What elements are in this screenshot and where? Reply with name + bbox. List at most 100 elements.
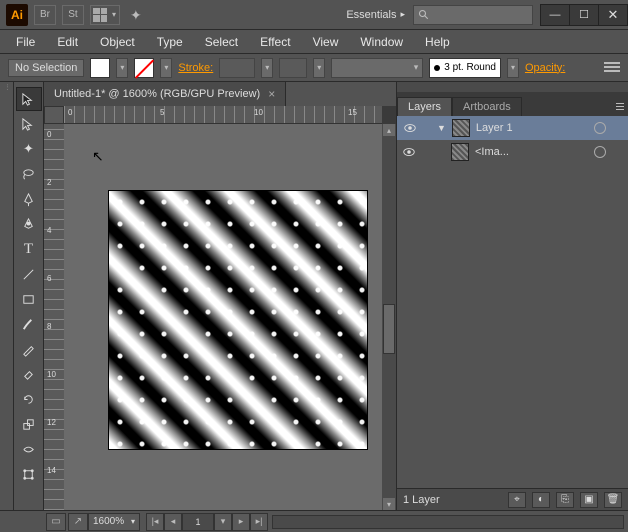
first-artboard-button[interactable]: |◂ [146,513,164,531]
artboard-navigator: |◂ ◂ 1 ▾ ▸ ▸| [146,513,268,531]
ruler-v-tick: 8 [47,322,51,331]
workspace-switcher[interactable]: Essentials [338,7,413,23]
menu-select[interactable]: Select [195,33,248,51]
stroke-label[interactable]: Stroke: [178,62,213,74]
scroll-thumb[interactable] [383,304,395,354]
horizontal-scrollbar[interactable] [272,515,624,529]
type-tool[interactable]: T [16,237,42,261]
title-bar: Ai Br St ▾ ✦ Essentials — ☐ ✕ [0,0,628,30]
prev-artboard-button[interactable]: ◂ [164,513,182,531]
pencil-tool[interactable] [16,337,42,361]
close-button[interactable]: ✕ [598,4,628,26]
stroke-weight-input[interactable] [219,58,255,78]
rotate-tool[interactable] [16,387,42,411]
layer-row[interactable]: <Ima... [397,140,628,164]
layer-row[interactable]: ▼ Layer 1 [397,116,628,140]
scroll-down-icon[interactable]: ▾ [383,498,395,510]
vertical-ruler[interactable]: 0 2 4 6 8 10 12 14 [44,124,64,510]
panel-grip[interactable] [397,82,628,92]
minimize-button[interactable]: — [540,4,570,26]
menu-window[interactable]: Window [350,33,413,51]
selection-tool[interactable] [16,87,42,111]
vertical-scrollbar[interactable]: ▴ ▾ [382,124,396,510]
search-input[interactable] [413,5,533,25]
width-tool[interactable] [16,437,42,461]
gpu-performance-icon[interactable]: ✦ [130,7,146,23]
fill-swatch[interactable] [90,58,110,78]
delete-layer-icon[interactable]: 🗑 [604,492,622,508]
panel-dock: Layers Artboards ▼ Layer 1 <Ima... [396,82,628,510]
tab-artboards[interactable]: Artboards [452,97,522,116]
menu-edit[interactable]: Edit [47,33,88,51]
next-artboard-button[interactable]: ▸ [232,513,250,531]
artboard-image[interactable] [108,190,368,450]
ruler-origin[interactable] [44,106,64,124]
layer-name[interactable]: Layer 1 [476,122,513,134]
ruler-v-tick: 2 [47,178,51,187]
pen-tool[interactable] [16,187,42,211]
ruler-v-tick: 12 [47,418,56,427]
free-transform-tool[interactable] [16,462,42,486]
stroke-weight-dropdown[interactable]: ▾ [261,58,273,78]
dock-collapse-strip[interactable] [0,82,14,510]
canvas[interactable]: ↖ [64,124,382,510]
zoom-level-input[interactable]: 1600%▾ [88,513,140,531]
layer-name[interactable]: <Ima... [475,146,509,158]
panel-tabs: Layers Artboards [397,92,628,116]
last-artboard-button[interactable]: ▸| [250,513,268,531]
fill-dropdown[interactable]: ▾ [116,58,128,78]
control-panel-menu-icon[interactable] [604,62,620,74]
magic-wand-tool[interactable]: ✦ [16,137,42,161]
app-logo: Ai [6,4,28,26]
visibility-toggle-icon[interactable] [403,121,417,135]
opacity-label[interactable]: Opacity: [525,62,565,74]
brush-definition-dropdown[interactable] [331,58,423,78]
export-icon[interactable]: ↗ [68,513,88,531]
menu-file[interactable]: File [6,33,45,51]
tab-layers[interactable]: Layers [397,97,452,116]
document-tab[interactable]: Untitled-1* @ 1600% (RGB/GPU Preview) × [44,82,286,106]
close-tab-icon[interactable]: × [268,87,275,101]
screen-mode-icon[interactable]: ▭ [46,513,66,531]
panel-menu-icon[interactable] [612,97,628,116]
disclosure-triangle-icon[interactable]: ▼ [437,123,446,133]
maximize-button[interactable]: ☐ [569,4,599,26]
scale-tool[interactable] [16,412,42,436]
stock-button[interactable]: St [62,5,84,25]
rectangle-tool[interactable] [16,287,42,311]
arrange-documents-dropdown[interactable]: ▾ [90,5,120,25]
scroll-up-icon[interactable]: ▴ [383,124,395,136]
eraser-tool[interactable] [16,362,42,386]
brush-profile-arrow[interactable]: ▾ [507,58,519,78]
menu-view[interactable]: View [303,33,349,51]
target-icon[interactable] [594,146,606,158]
menu-object[interactable]: Object [90,33,145,51]
clipping-mask-icon[interactable]: ◐ [532,492,550,508]
menu-effect[interactable]: Effect [250,33,300,51]
paintbrush-tool[interactable] [16,312,42,336]
ruler-v-tick: 6 [47,274,51,283]
stroke-dropdown[interactable]: ▾ [160,58,172,78]
control-bar: No Selection ▾ ▾ Stroke: ▾ ▾ 3 pt. Round… [0,54,628,82]
locate-object-icon[interactable]: ⌖ [508,492,526,508]
horizontal-ruler[interactable]: 0 5 10 15 [64,106,382,124]
menu-help[interactable]: Help [415,33,460,51]
brush-profile-select[interactable]: 3 pt. Round [429,58,501,78]
visibility-toggle-icon[interactable] [402,145,416,159]
target-icon[interactable] [594,122,606,134]
bridge-button[interactable]: Br [34,5,56,25]
stroke-profile-input[interactable] [279,58,307,78]
line-tool[interactable] [16,262,42,286]
new-layer-icon[interactable]: ▣ [580,492,598,508]
menu-type[interactable]: Type [147,33,193,51]
stroke-profile-dropdown[interactable]: ▾ [313,58,325,78]
toolbox: ✦ T [14,82,44,510]
stroke-swatch[interactable] [134,58,154,78]
direct-selection-tool[interactable] [16,112,42,136]
document-tab-title: Untitled-1* @ 1600% (RGB/GPU Preview) [54,88,260,100]
artboard-index-input[interactable]: 1 [182,513,214,531]
artboard-dropdown[interactable]: ▾ [214,513,232,531]
new-sublayer-icon[interactable]: ⎘ [556,492,574,508]
lasso-tool[interactable] [16,162,42,186]
curvature-tool[interactable] [16,212,42,236]
